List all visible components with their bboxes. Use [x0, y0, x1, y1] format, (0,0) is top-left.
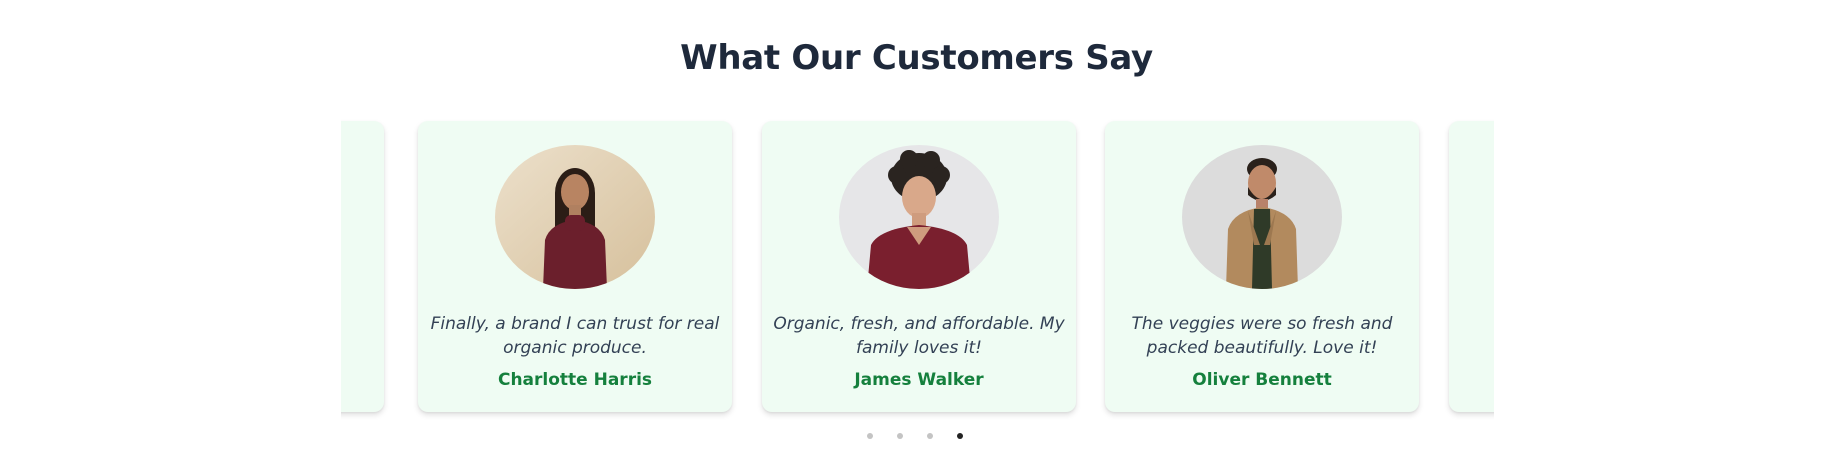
testimonial-card: Finally, a brand I can trust for real or… — [418, 121, 732, 412]
testimonial-quote: The veggies were so fresh and packed bea… — [1131, 314, 1393, 358]
testimonial-author: James Walker — [854, 370, 984, 390]
testimonial-author: Oliver Bennett — [1192, 370, 1332, 390]
testimonial-card: The veggies were so fresh and packed bea… — [1105, 121, 1419, 412]
carousel-dot-2[interactable] — [897, 433, 903, 439]
testimonial-card-partial-left[interactable] — [341, 121, 384, 412]
woman-portrait-avatar — [495, 145, 655, 289]
man-portrait-avatar — [839, 145, 999, 289]
testimonial-carousel[interactable]: Finally, a brand I can trust for real or… — [341, 115, 1494, 425]
testimonial-quote: Organic, fresh, and affordable. My famil… — [773, 314, 1065, 358]
testimonial-author: Charlotte Harris — [497, 370, 653, 390]
section-title: What Our Customers Say — [680, 38, 1153, 78]
carousel-pagination — [867, 431, 963, 441]
carousel-dot-1[interactable] — [867, 433, 873, 439]
testimonial-quote: Finally, a brand I can trust for real or… — [430, 314, 720, 358]
man-blazer-portrait-avatar — [1182, 145, 1342, 289]
carousel-dot-4-active[interactable] — [957, 433, 963, 439]
carousel-dot-3[interactable] — [927, 433, 933, 439]
testimonial-card: Organic, fresh, and affordable. My famil… — [762, 121, 1076, 412]
testimonial-card-partial-right[interactable] — [1449, 121, 1494, 412]
